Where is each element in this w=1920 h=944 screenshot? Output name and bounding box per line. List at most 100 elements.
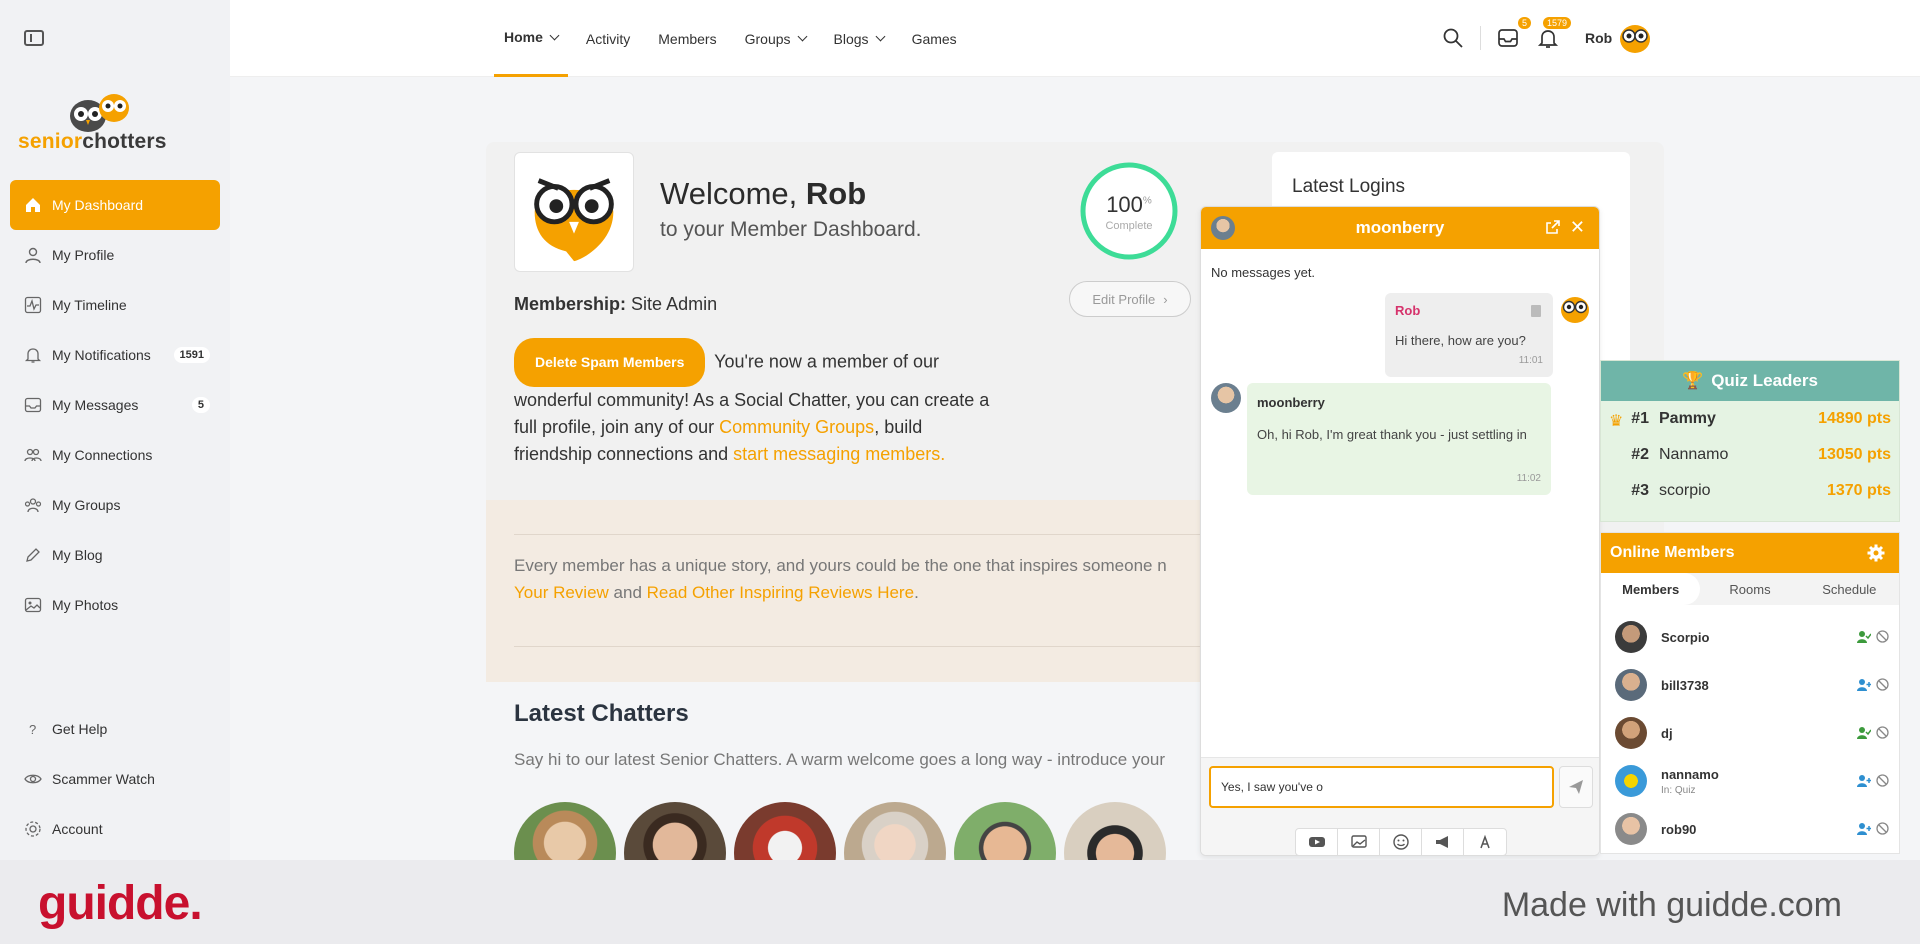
sidebar-item-dashboard[interactable]: My Dashboard	[10, 180, 220, 230]
quiz-leaders-panel: 🏆 Quiz Leaders ♛ #1 Pammy 14890 pts #2 N…	[1600, 360, 1900, 522]
inbox-icon[interactable]: 5	[1495, 17, 1531, 51]
sidebar-item-groups[interactable]: My Groups	[10, 480, 220, 530]
sidebar-item-connections[interactable]: My Connections	[10, 430, 220, 480]
send-icon	[1569, 780, 1583, 794]
gear-icon[interactable]	[1867, 544, 1885, 562]
nav-activity[interactable]: Activity	[576, 0, 640, 77]
sidebar-item-get-help[interactable]: ? Get Help	[10, 704, 220, 754]
edit-profile-button[interactable]: Edit Profile ›	[1069, 281, 1191, 317]
sidebar-item-notifications[interactable]: My Notifications 1591	[10, 330, 220, 380]
chat-header[interactable]: moonberry ✕	[1201, 207, 1599, 249]
translate-icon	[1480, 834, 1490, 849]
inbox-icon	[24, 396, 42, 414]
member-name: Scorpio	[1661, 629, 1710, 645]
youtube-button[interactable]	[1296, 829, 1338, 855]
owl-avatar	[514, 152, 634, 272]
block-icon[interactable]	[1876, 678, 1889, 691]
announce-button[interactable]	[1422, 829, 1464, 855]
avatar[interactable]	[1618, 21, 1652, 55]
sidebar-item-timeline[interactable]: My Timeline	[10, 280, 220, 330]
list-item[interactable]: dj	[1601, 709, 1899, 757]
block-icon[interactable]	[1876, 630, 1889, 643]
sidebar-item-blog[interactable]: My Blog	[10, 530, 220, 580]
list-item[interactable]: bill3738	[1601, 661, 1899, 709]
quiz-leaders-header: 🏆 Quiz Leaders	[1601, 361, 1899, 401]
close-icon[interactable]: ✕	[1570, 217, 1585, 238]
review-body: Every member has a unique story, and you…	[514, 556, 1167, 575]
sidebar-item-messages[interactable]: My Messages 5	[10, 380, 220, 430]
sidebar-item-account[interactable]: Account	[10, 804, 220, 854]
list-item[interactable]: rob90	[1601, 805, 1899, 853]
chat-message-incoming: moonberry Oh, hi Rob, I'm great thank yo…	[1247, 383, 1551, 495]
top-header: Home Activity Members Groups Blogs Games…	[230, 0, 1920, 77]
quiz-leader-row[interactable]: #3 scorpio 1370 pts	[1601, 473, 1899, 509]
guidde-logo: guidde.	[38, 877, 203, 930]
latest-logins-title: Latest Logins	[1292, 176, 1406, 197]
sidebar-item-scammer-watch[interactable]: Scammer Watch	[10, 754, 220, 804]
header-username[interactable]: Rob	[1585, 30, 1612, 46]
avatar	[1615, 765, 1647, 797]
membership-line: Membership: Site Admin	[514, 294, 717, 315]
welcome-title: Welcome, Rob	[660, 176, 866, 212]
trash-icon[interactable]	[1531, 305, 1541, 317]
home-icon	[24, 196, 42, 214]
translate-button[interactable]	[1464, 829, 1506, 855]
svg-text:?: ?	[29, 722, 36, 737]
tab-schedule[interactable]: Schedule	[1800, 573, 1899, 605]
notifications-count-badge: 1591	[173, 347, 210, 363]
chevron-down-icon	[875, 31, 886, 42]
quiz-leader-row[interactable]: #2 Nannamo 13050 pts	[1601, 437, 1899, 473]
list-item[interactable]: Scorpio	[1601, 613, 1899, 661]
read-reviews-link[interactable]: Read Other Inspiring Reviews Here	[647, 583, 914, 602]
nav-groups[interactable]: Groups	[735, 0, 816, 77]
leader-points: 14890 pts	[1818, 410, 1891, 427]
sidebar-item-label: My Photos	[52, 597, 119, 613]
logo-text: seniorchotters	[18, 130, 167, 153]
delete-spam-members-button[interactable]: Delete Spam Members	[514, 338, 706, 387]
list-item[interactable]: nannamo In: Quiz	[1601, 757, 1899, 805]
message-text: Oh, hi Rob, I'm great thank you - just s…	[1257, 427, 1527, 442]
made-with-text: Made with guidde.com	[1501, 886, 1842, 924]
sidebar-item-photos[interactable]: My Photos	[10, 580, 220, 630]
gear-icon	[24, 820, 42, 838]
add-user-icon[interactable]	[1857, 774, 1871, 788]
search-icon[interactable]	[1440, 25, 1466, 51]
sidebar: seniorchotters My Dashboard My Profile M…	[0, 0, 230, 860]
block-icon[interactable]	[1876, 726, 1889, 739]
tab-members[interactable]: Members	[1601, 573, 1701, 605]
image-upload-button[interactable]	[1338, 829, 1380, 855]
block-icon[interactable]	[1876, 774, 1889, 787]
site-logo[interactable]: seniorchotters	[18, 90, 178, 160]
sidebar-toggle-icon[interactable]	[24, 30, 44, 46]
block-icon[interactable]	[1876, 822, 1889, 835]
community-groups-link[interactable]: Community Groups	[719, 417, 874, 437]
nav-members[interactable]: Members	[648, 0, 726, 77]
user-check-icon[interactable]	[1857, 630, 1871, 644]
popout-icon[interactable]	[1545, 219, 1561, 235]
add-user-icon[interactable]	[1857, 678, 1871, 692]
user-check-icon[interactable]	[1857, 726, 1871, 740]
leader-rank: #3	[1631, 482, 1649, 499]
divider	[514, 534, 1206, 535]
nav-games[interactable]: Games	[902, 0, 967, 77]
owls-logo-icon	[70, 94, 129, 132]
progress-value: 100%	[1078, 192, 1180, 218]
sidebar-item-label: Scammer Watch	[52, 771, 155, 787]
nav-blogs[interactable]: Blogs	[824, 0, 894, 77]
sidebar-bottom-nav: ? Get Help Scammer Watch Account	[10, 704, 220, 854]
your-review-link[interactable]: Your Review	[514, 583, 609, 602]
progress-unit: %	[1142, 195, 1152, 207]
emoji-icon	[1392, 834, 1409, 850]
tab-rooms[interactable]: Rooms	[1700, 573, 1799, 605]
emoji-button[interactable]	[1380, 829, 1422, 855]
send-button[interactable]	[1559, 766, 1593, 808]
avatar	[1615, 813, 1647, 845]
add-user-icon[interactable]	[1857, 822, 1871, 836]
start-messaging-link[interactable]: start messaging members.	[733, 444, 945, 464]
quiz-leader-row[interactable]: ♛ #1 Pammy 14890 pts	[1601, 401, 1899, 437]
sidebar-item-profile[interactable]: My Profile	[10, 230, 220, 280]
chat-message-input[interactable]	[1209, 766, 1554, 808]
bell-icon[interactable]: 1579	[1535, 17, 1571, 51]
nav-home[interactable]: Home	[494, 0, 568, 77]
latest-chatters-subtitle: Say hi to our latest Senior Chatters. A …	[514, 750, 1166, 769]
